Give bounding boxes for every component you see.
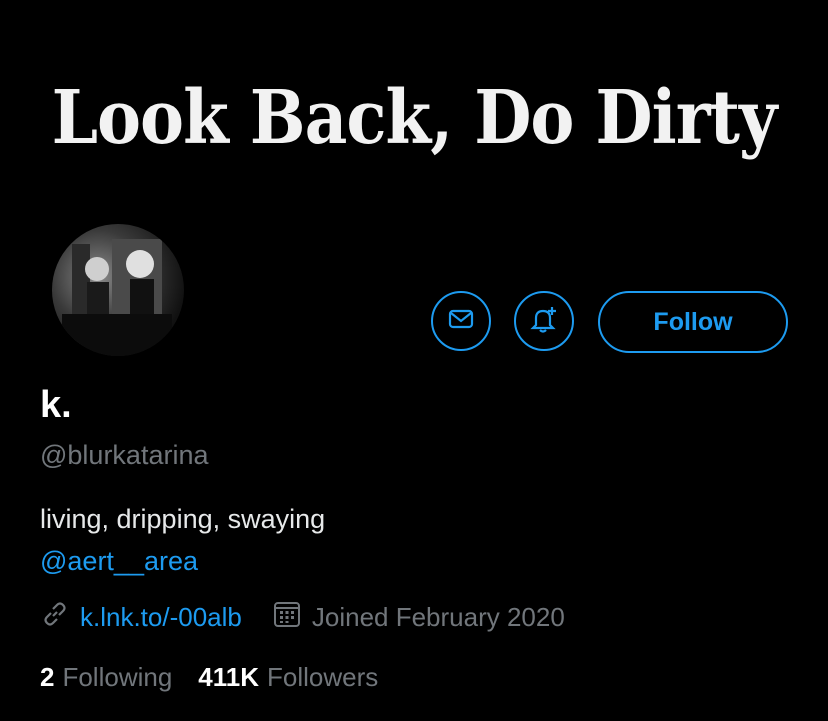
bio-text: living, dripping, swaying bbox=[40, 504, 326, 534]
bio-mention-link[interactable]: @aert__area bbox=[40, 546, 198, 577]
bell-plus-icon bbox=[528, 303, 560, 340]
avatar-image bbox=[52, 224, 184, 356]
follow-button[interactable]: Follow bbox=[598, 291, 788, 353]
display-name: k. bbox=[40, 384, 72, 426]
calendar-icon bbox=[272, 599, 302, 636]
joined-date: Joined February 2020 bbox=[311, 601, 565, 632]
profile-website-link[interactable]: k.lnk.to/-00alb bbox=[80, 602, 242, 633]
followers-count: 411K bbox=[198, 662, 260, 692]
followers-label: Followers bbox=[267, 662, 379, 692]
banner-title: Look Back, Do Dirty bbox=[51, 73, 778, 161]
profile-meta: k.lnk.to/-00alb Joined February 2020 bbox=[40, 600, 565, 634]
following-label: Following bbox=[62, 662, 173, 692]
link-icon bbox=[40, 599, 70, 636]
following-link[interactable]: 2 Following bbox=[40, 662, 172, 693]
avatar[interactable] bbox=[48, 220, 188, 360]
following-count: 2 bbox=[40, 662, 55, 692]
message-button[interactable] bbox=[431, 291, 491, 351]
follow-stats: 2 Following 411K Followers bbox=[40, 662, 378, 693]
username-handle: @blurkatarina bbox=[40, 440, 209, 470]
mail-icon bbox=[446, 304, 476, 339]
followers-link[interactable]: 411K Followers bbox=[198, 662, 378, 693]
notifications-button[interactable] bbox=[514, 291, 574, 351]
